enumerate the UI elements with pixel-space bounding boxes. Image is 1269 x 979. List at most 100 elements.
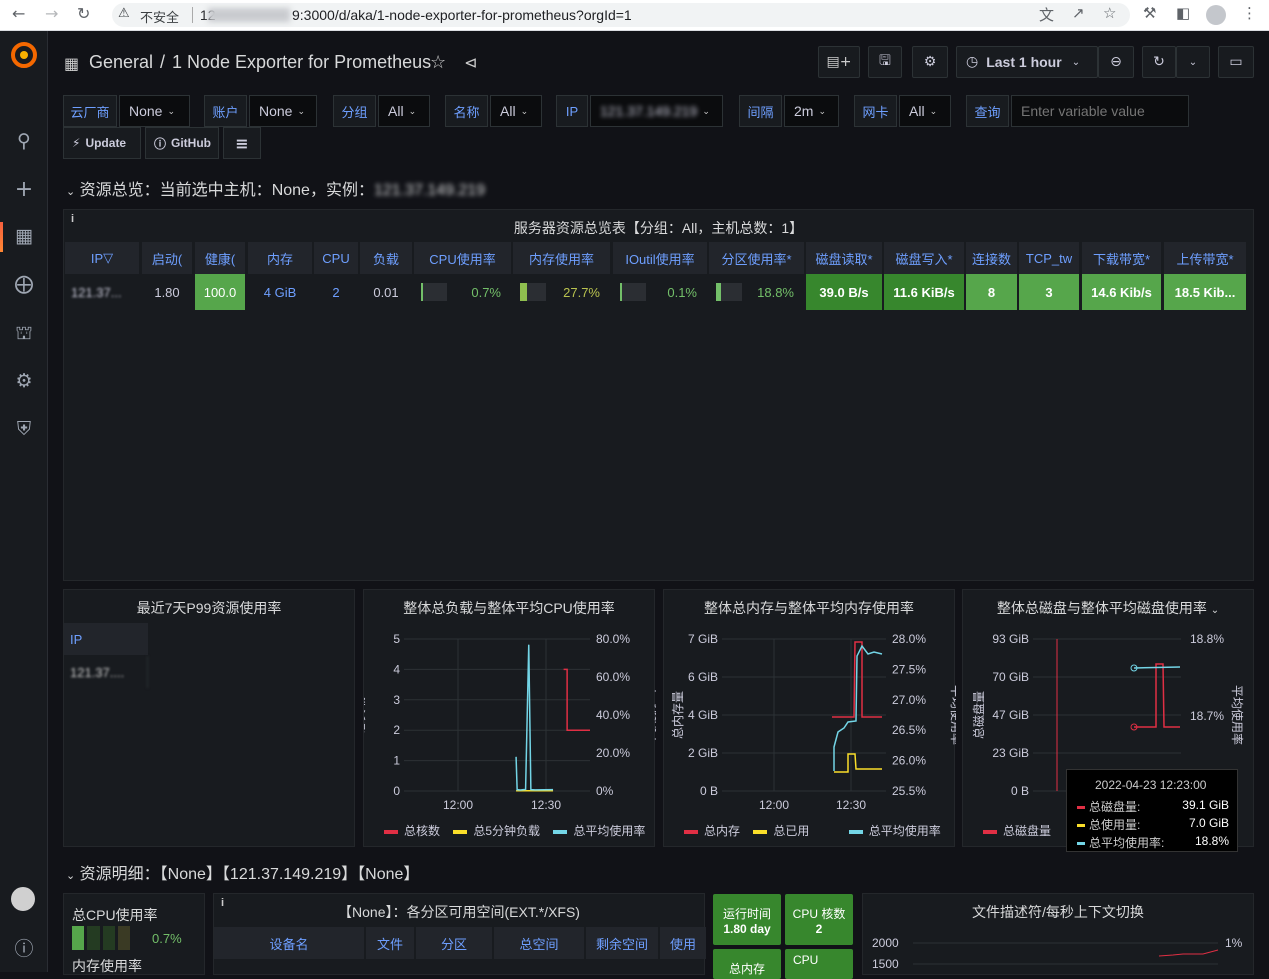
cpu-total-gauge <box>72 926 130 950</box>
table-header-cell[interactable]: CPU <box>314 242 358 274</box>
table-header-cell[interactable]: 连接数 <box>966 242 1017 274</box>
refresh-button[interactable]: ↻ <box>1142 46 1176 78</box>
help-icon[interactable]: ⓘ <box>0 934 48 961</box>
table-header-cell[interactable]: 健康( <box>195 242 245 274</box>
table-header-cell[interactable]: 负载 <box>360 242 412 274</box>
var-select-ip[interactable]: 121.37.149.219 ⌄ <box>590 95 723 127</box>
y-tick-label: 1 <box>393 754 400 768</box>
partition-header-cell[interactable]: 总空间 <box>494 927 584 959</box>
partition-header-cell[interactable]: 设备名 <box>214 927 364 959</box>
table-header-cell[interactable]: IOutil使用率 <box>613 242 707 274</box>
table-header-cell[interactable]: 磁盘读取* <box>806 242 882 274</box>
filter-icon[interactable]: ▽ <box>103 250 113 266</box>
forward-icon[interactable]: → <box>45 4 58 23</box>
tooltip-time: 2022-04-23 12:23:00 <box>1095 778 1207 792</box>
legend-item[interactable]: 总平均使用率 <box>553 824 645 838</box>
y-tick-label: 2 GiB <box>688 746 718 760</box>
github-link[interactable]: ⓘ GitHub <box>145 127 219 159</box>
legend-item[interactable]: 总5分钟负载 <box>453 824 540 838</box>
table-header-cell[interactable]: 启动( <box>142 242 192 274</box>
row-overview-host: None <box>271 182 310 199</box>
load-cpu-chart-panel: 整体总负载与整体平均CPU使用率 5 4 3 2 1 0 80.0% 60.0% 40.0% 20… <box>363 589 656 848</box>
sidepanel-icon[interactable]: ◧ <box>1176 4 1190 22</box>
p99-column-ip[interactable]: IP <box>64 623 148 655</box>
fd-chart-panel: 文件描述符/每秒上下文切换 2000 1500 1% <box>862 893 1254 975</box>
var-query-input[interactable] <box>1011 95 1189 127</box>
zoom-out-button[interactable]: ⊖ <box>1098 46 1134 78</box>
var-select-cloud[interactable]: None ⌄ <box>119 95 190 127</box>
translate-icon[interactable]: 文 <box>1039 4 1054 25</box>
table-header-cell[interactable]: IP ▽ <box>65 242 139 274</box>
dashboard-title[interactable]: 1 Node Exporter for Prometheus <box>172 52 431 73</box>
table-header-cell[interactable]: TCP_tw <box>1019 242 1079 274</box>
partition-panel: i 【None】：各分区可用空间(EXT.*/XFS) 设备名 文件 分区 总空间 剩余… <box>213 893 706 975</box>
server-admin-shield-icon[interactable]: ⛨ <box>0 418 48 440</box>
extensions-icon[interactable]: ⚒ <box>1143 4 1156 22</box>
table-header-cell[interactable]: 磁盘写入* <box>884 242 964 274</box>
var-value-cloud: None <box>129 103 163 119</box>
address-bar[interactable]: ⚠ 不安全 12 9:3000/d/aka/1-node-exporter-fo… <box>112 3 1130 27</box>
cpu-cores-stat: CPU 核数 2 <box>785 894 853 945</box>
chevron-down-icon: ⌄ <box>1071 56 1081 68</box>
user-avatar[interactable] <box>11 887 35 911</box>
row-overview-instance: 121.37.149.219 <box>373 182 486 199</box>
partition-header-cell[interactable]: 文件 <box>366 927 414 959</box>
y2-tick-label: 26.5% <box>892 723 926 737</box>
table-header-cell[interactable]: 内存使用率 <box>513 242 610 274</box>
partition-header-cell[interactable]: 剩余空间 <box>586 927 658 959</box>
partition-title: 【None】：各分区可用空间(EXT.*/XFS) <box>338 904 580 920</box>
reload-icon[interactable]: ↻ <box>77 4 90 23</box>
dashboard-settings-button[interactable]: ⚙ <box>912 46 948 78</box>
favorite-star-icon[interactable]: ☆ <box>430 52 446 73</box>
partition-header-cell[interactable]: 分区 <box>416 927 492 959</box>
dashboards-icon[interactable]: ▦ <box>0 225 48 247</box>
add-panel-button[interactable]: ▤+ <box>818 46 860 78</box>
profile-icon[interactable] <box>1206 5 1226 25</box>
row-overview-title[interactable]: ⌄ 资源总览：当前选中主机：None，实例：121.37.149.219 <box>66 176 485 200</box>
partition-header-cell[interactable]: 使用 <box>660 927 706 959</box>
legend-item[interactable]: 总核数 <box>384 824 440 838</box>
info-circle-icon: ⓘ <box>154 136 167 151</box>
share-dashboard-icon[interactable]: ⊲ <box>464 53 477 72</box>
table-header-cell[interactable]: 分区使用率* <box>709 242 804 274</box>
load-cpu-chart[interactable]: 5 4 3 2 1 0 80.0% 60.0% 40.0% 20.0% 0% 12:00 12:30 总负… <box>364 590 656 848</box>
var-select-nic[interactable]: All ⌄ <box>899 95 951 127</box>
configuration-gear-icon[interactable]: ⚙ <box>0 370 48 392</box>
legend-item[interactable]: 总平均使用率 <box>848 824 941 838</box>
fd-chart[interactable] <box>863 894 1255 976</box>
table-header-cell[interactable]: 下载带宽* <box>1082 242 1161 274</box>
var-select-name[interactable]: All ⌄ <box>490 95 542 127</box>
alerting-bell-icon[interactable]: ⛫ <box>0 322 48 347</box>
save-dashboard-button[interactable]: 🖫 <box>868 46 902 78</box>
row-detail-title[interactable]: ⌄ 资源明细：【None】【121.37.149.219】【None】 <box>66 860 419 884</box>
grafana-logo-icon[interactable] <box>10 41 38 69</box>
gauge-ioutil <box>620 283 646 301</box>
legend-item[interactable]: 总内存 <box>684 824 740 838</box>
legend-item[interactable]: 总已用 <box>753 824 809 838</box>
var-select-account[interactable]: None ⌄ <box>249 95 317 127</box>
table-header-cell[interactable]: CPU使用率 <box>414 242 511 274</box>
bookmark-star-icon[interactable]: ☆ <box>1103 4 1116 22</box>
var-label-ip: IP <box>556 95 588 127</box>
table-header-cell[interactable]: 内存 <box>248 242 312 274</box>
warning-icon: ⚠ <box>118 6 130 21</box>
var-select-interval[interactable]: 2m ⌄ <box>784 95 839 127</box>
refresh-interval-button[interactable]: ⌄ <box>1176 46 1210 78</box>
lightning-icon: ⚡ <box>72 136 81 150</box>
dashboard-links-menu[interactable]: ≡ <box>223 127 261 159</box>
update-link[interactable]: ⚡ Update <box>63 127 141 159</box>
share-icon[interactable]: ↗ <box>1072 4 1085 22</box>
breadcrumb-folder[interactable]: General <box>89 52 153 73</box>
view-mode-button[interactable]: ▭ <box>1218 46 1254 78</box>
menu-kebab-icon[interactable]: ⋮ <box>1242 4 1257 22</box>
explore-compass-icon[interactable]: ⨁ <box>0 273 48 295</box>
time-picker[interactable]: ◷ Last 1 hour ⌄ <box>956 46 1098 78</box>
create-plus-icon[interactable]: + <box>0 177 48 202</box>
memory-chart[interactable]: 7 GiB 6 GiB 4 GiB 2 GiB 0 B 28.0% 27.5% 27.0% 26… <box>664 590 956 848</box>
table-header-cell[interactable]: 上传带宽* <box>1164 242 1246 274</box>
search-icon[interactable]: ⚲ <box>0 130 48 152</box>
memory-legend: 总内存 总已用 总平均使用率 <box>684 822 941 839</box>
var-select-group[interactable]: All ⌄ <box>378 95 430 127</box>
legend-item[interactable]: 总磁盘量 <box>983 824 1051 838</box>
back-icon[interactable]: ← <box>12 4 25 23</box>
